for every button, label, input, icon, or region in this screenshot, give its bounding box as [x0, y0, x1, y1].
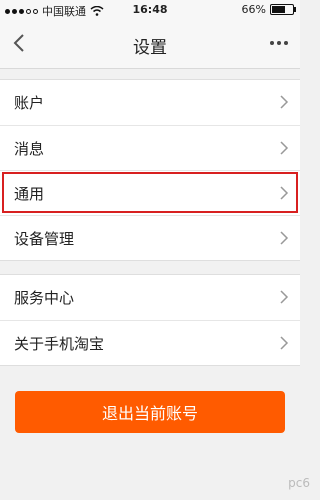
row-general[interactable]: 通用 [0, 170, 300, 215]
page-title: 设置 [133, 38, 167, 58]
row-messages[interactable]: 消息 [0, 125, 300, 170]
more-button[interactable] [266, 32, 292, 54]
battery-percent: 66% [241, 3, 266, 16]
row-device-management[interactable]: 设备管理 [0, 215, 300, 260]
chevron-right-icon [280, 336, 289, 350]
row-label: 账户 [14, 94, 45, 112]
row-service-center[interactable]: 服务中心 [0, 275, 300, 320]
row-label: 消息 [14, 139, 45, 158]
row-account[interactable]: 账户 [0, 80, 300, 125]
row-about[interactable]: 关于手机淘宝 [0, 320, 300, 365]
chevron-right-icon [280, 141, 289, 155]
nav-bar: 设置 [0, 20, 300, 69]
chevron-right-icon [280, 95, 289, 109]
status-right: 66% [241, 3, 296, 16]
chevron-right-icon [280, 186, 289, 200]
row-label: 设备管理 [14, 229, 75, 248]
chevron-right-icon [280, 231, 289, 245]
status-bar: 中国联通 16:48 66% [0, 0, 300, 20]
row-label: 关于手机淘宝 [14, 334, 105, 353]
settings-group-1: 账户 消息 通用 设备管理 [0, 79, 300, 261]
row-label: 服务中心 [14, 289, 75, 307]
watermark: pc6 [288, 476, 310, 490]
row-label: 通用 [14, 184, 45, 203]
logout-button[interactable]: 退出当前账号 [15, 391, 285, 433]
chevron-right-icon [280, 290, 289, 304]
settings-group-2: 服务中心 关于手机淘宝 [0, 274, 300, 366]
battery-icon [270, 4, 296, 15]
more-dots-icon [270, 41, 288, 45]
